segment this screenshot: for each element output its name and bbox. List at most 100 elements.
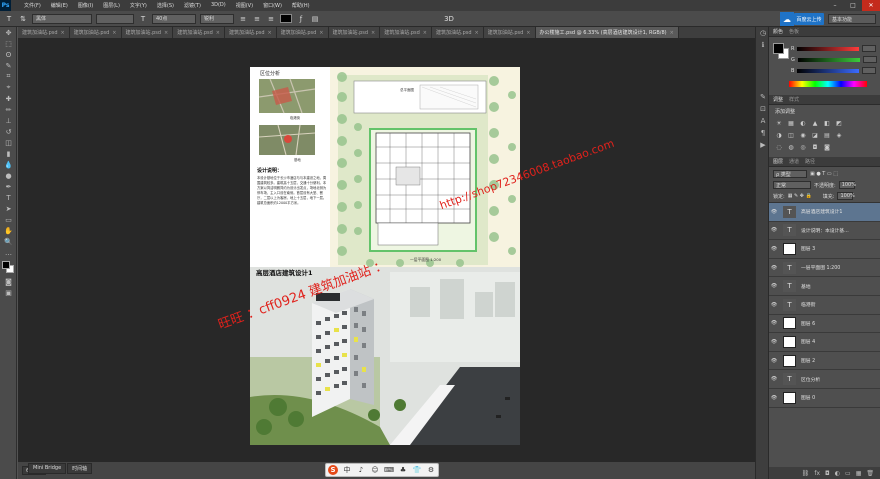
stamp-tool-icon[interactable]: ⊥ xyxy=(0,115,17,126)
menu-item[interactable]: 3D(D) xyxy=(206,2,231,9)
brush-tool-icon[interactable]: ✏ xyxy=(0,104,17,115)
tab-adjustments[interactable]: 调整 xyxy=(773,96,783,103)
align-right-icon[interactable]: ≡ xyxy=(266,14,276,24)
zoom-tool-icon[interactable]: 🔍 xyxy=(0,236,17,247)
color-slider[interactable] xyxy=(797,68,860,73)
layer-row[interactable]: 👁 T 基地 xyxy=(769,277,880,296)
adjustment-icon[interactable]: ◪ xyxy=(811,131,819,139)
adjustment-icon[interactable]: ◩ xyxy=(835,119,843,127)
antialias-select[interactable]: 锐利 xyxy=(200,13,234,24)
ime-icon[interactable]: ♣ xyxy=(398,465,408,475)
shape-tool-icon[interactable]: ▭ xyxy=(0,214,17,225)
move-tool-icon[interactable]: ✥ xyxy=(0,27,17,38)
eye-icon[interactable]: 👁 xyxy=(769,320,779,326)
font-family-select[interactable]: 黑体 xyxy=(32,13,92,24)
3d-icon[interactable]: 3D xyxy=(444,14,454,24)
adjustment-icon[interactable]: ◍ xyxy=(787,143,795,151)
menu-item[interactable]: 窗口(W) xyxy=(258,2,287,9)
document-tab[interactable]: 建筑加油站.psd × xyxy=(225,27,277,38)
timeline-tab[interactable]: 时间轴 xyxy=(67,463,93,474)
workspace-select[interactable]: 基本功能 xyxy=(828,14,876,24)
cloud-upload-button[interactable]: 百度云上传 xyxy=(794,13,824,25)
eyedropper-tool-icon[interactable]: ⌖ xyxy=(0,82,17,93)
eye-icon[interactable]: 👁 xyxy=(769,283,779,289)
orientation-toggle-icon[interactable]: ⇅ xyxy=(18,14,28,24)
layer-footer-icon[interactable]: ◘ xyxy=(825,470,830,477)
gradient-tool-icon[interactable]: ▮ xyxy=(0,148,17,159)
panel-foreground-swatch[interactable] xyxy=(773,43,784,54)
quick-mask-icon[interactable]: ◙ xyxy=(0,276,17,287)
adjustment-icon[interactable]: ▦ xyxy=(787,119,795,127)
properties-icon[interactable]: ℹ xyxy=(756,39,770,51)
document-tab[interactable]: 建筑加油站.psd × xyxy=(121,27,174,38)
fill-input[interactable]: 100% xyxy=(837,192,855,200)
eraser-tool-icon[interactable]: ◫ xyxy=(0,137,17,148)
history-brush-tool-icon[interactable]: ↺ xyxy=(0,126,17,137)
tab-close-icon[interactable]: × xyxy=(268,30,272,36)
color-value-input[interactable] xyxy=(862,45,877,52)
layer-row[interactable]: 👁 图层 0 xyxy=(769,389,880,408)
document-tab[interactable]: 建筑加油站.psd × xyxy=(18,27,70,38)
adjustment-icon[interactable]: ◎ xyxy=(799,143,807,151)
type-tool-icon[interactable]: T xyxy=(0,192,17,203)
eye-icon[interactable]: 👁 xyxy=(769,339,779,345)
tab-close-icon[interactable]: × xyxy=(164,30,168,36)
tab-close-icon[interactable]: × xyxy=(216,30,220,36)
text-tool-icon[interactable]: T xyxy=(4,14,14,24)
tab-layers[interactable]: 图层 xyxy=(773,158,783,165)
eye-icon[interactable]: 👁 xyxy=(769,265,779,271)
document-tab[interactable]: 办公楼施工.psd @ 6.33% (高层酒店建筑设计1, RGB/8) × xyxy=(535,27,679,38)
tab-swatches[interactable]: 色板 xyxy=(789,28,799,35)
document-tab[interactable]: 建筑加油站.psd × xyxy=(483,27,536,38)
document-canvas[interactable]: 区位分析 临港街 基地 总平面图 设计说明： 本设计基地位于长沙市酒店与与本建设… xyxy=(250,67,520,445)
layer-footer-icon[interactable]: ⛓ xyxy=(802,470,810,477)
healing-tool-icon[interactable]: ✚ xyxy=(0,93,17,104)
tab-close-icon[interactable]: × xyxy=(526,30,530,36)
adjustment-icon[interactable]: ◌ xyxy=(775,143,783,151)
ime-icon[interactable]: S xyxy=(328,465,338,475)
character-icon[interactable]: A xyxy=(756,115,770,127)
adjustment-icon[interactable]: ◧ xyxy=(823,119,831,127)
path-select-tool-icon[interactable]: ➤ xyxy=(0,203,17,214)
document-tab[interactable]: 建筑加油站.psd × xyxy=(69,27,122,38)
align-left-icon[interactable]: ≡ xyxy=(238,14,248,24)
document-tab[interactable]: 建筑加油站.psd × xyxy=(173,27,225,38)
menu-item[interactable]: 滤镜(T) xyxy=(179,2,206,9)
eye-icon[interactable]: 👁 xyxy=(769,358,779,364)
layer-footer-icon[interactable]: ▭ xyxy=(845,470,851,477)
history-icon[interactable]: ◷ xyxy=(756,27,770,39)
color-value-input[interactable] xyxy=(862,56,877,63)
maximize-button[interactable]: □ xyxy=(844,0,862,11)
menu-item[interactable]: 帮助(H) xyxy=(287,2,315,9)
cloud-upload-icon[interactable]: ☁ xyxy=(780,12,794,26)
mini-bridge-tab[interactable]: Mini Bridge xyxy=(28,463,67,474)
adjustment-icon[interactable]: ◘ xyxy=(811,143,819,151)
menu-item[interactable]: 视图(V) xyxy=(231,2,258,9)
menu-item[interactable]: 文字(Y) xyxy=(125,2,152,9)
tab-close-icon[interactable]: × xyxy=(475,30,479,36)
layer-footer-icon[interactable]: fx xyxy=(814,470,820,477)
blur-tool-icon[interactable]: 💧 xyxy=(0,159,17,170)
align-center-icon[interactable]: ≡ xyxy=(252,14,262,24)
ime-icon[interactable]: ☺ xyxy=(370,465,380,475)
menu-item[interactable]: 选择(S) xyxy=(152,2,179,9)
foreground-color-swatch[interactable] xyxy=(2,261,10,269)
color-swatches[interactable] xyxy=(0,260,17,276)
menu-item[interactable]: 文件(F) xyxy=(19,2,46,9)
eye-icon[interactable]: 👁 xyxy=(769,227,779,233)
tab-close-icon[interactable]: × xyxy=(319,30,323,36)
adjustment-icon[interactable]: ☀ xyxy=(775,119,783,127)
layer-footer-icon[interactable]: 🗑 xyxy=(866,470,874,477)
layer-row[interactable]: 👁 图层 6 xyxy=(769,315,880,334)
ime-icon[interactable]: ⚙ xyxy=(426,465,436,475)
eye-icon[interactable]: 👁 xyxy=(769,302,779,308)
color-spectrum[interactable] xyxy=(789,81,867,87)
ime-icon[interactable]: ♪ xyxy=(356,465,366,475)
layer-row[interactable]: 👁 T 高层酒店建筑设计1 xyxy=(769,203,880,222)
adjustment-icon[interactable]: ▤ xyxy=(823,131,831,139)
adjustment-icon[interactable]: ◈ xyxy=(835,131,843,139)
tab-close-icon[interactable]: × xyxy=(371,30,375,36)
paragraph-icon[interactable]: ¶ xyxy=(756,127,770,139)
layer-footer-icon[interactable]: ▦ xyxy=(856,470,862,477)
eye-icon[interactable]: 👁 xyxy=(769,376,779,382)
